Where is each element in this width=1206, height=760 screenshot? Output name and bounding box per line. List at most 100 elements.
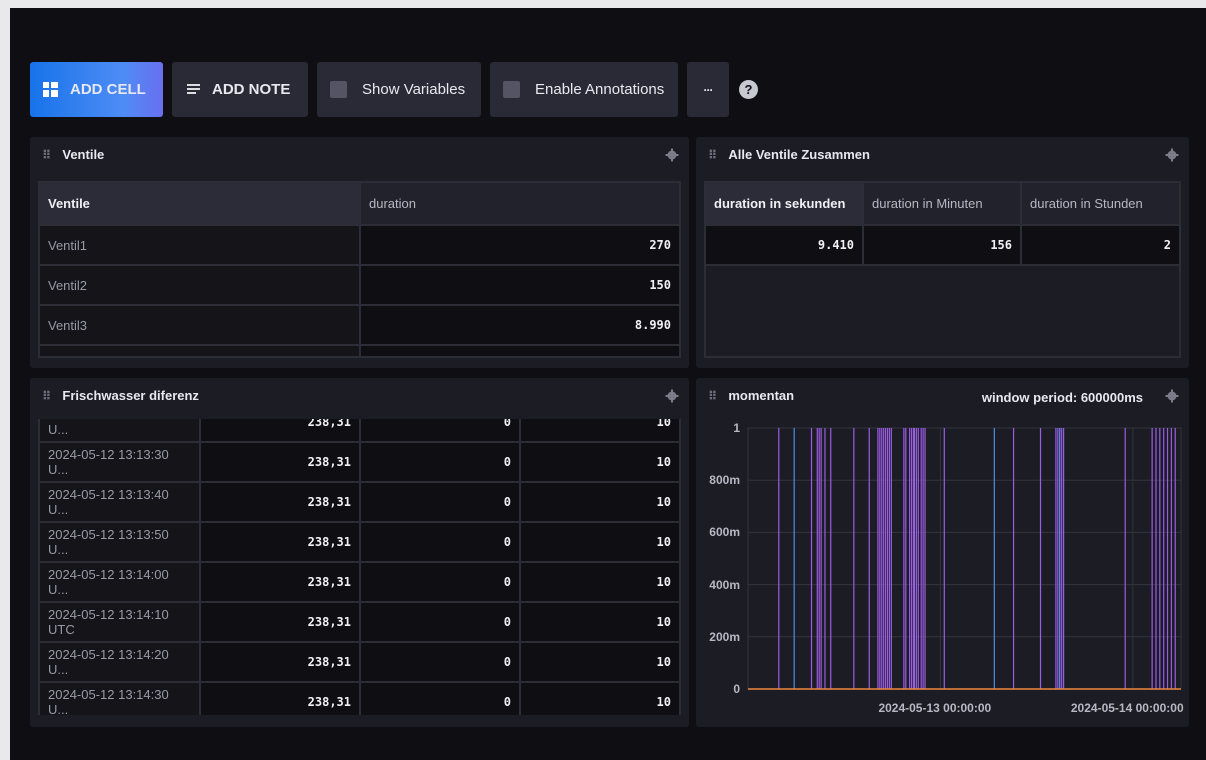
table-cell: 2024-05-12 13:14:00 U... xyxy=(38,561,201,603)
table-row: 2024-05-12 13:13:30 U... 238,31 0 10 xyxy=(38,441,681,483)
table-cell: 238,31 xyxy=(199,681,361,715)
table-cell: 156 xyxy=(862,224,1022,266)
table-row: 2024-05-12 13:14:10 UTC 238,31 0 10 xyxy=(38,601,681,643)
help-icon[interactable]: ? xyxy=(739,80,758,99)
column-header[interactable]: duration in sekunden xyxy=(704,181,864,226)
table-row: Ventil2 150 xyxy=(38,264,681,306)
y-tick-label: 800m xyxy=(709,473,740,488)
table-cell: 0 xyxy=(359,601,521,643)
table-row: 2024-05-12 13:13:50 U... 238,31 0 10 xyxy=(38,521,681,563)
show-variables-toggle[interactable]: Show Variables xyxy=(317,62,481,117)
drag-handle-icon[interactable]: ⠿ xyxy=(708,148,717,162)
show-variables-label: Show Variables xyxy=(362,81,466,98)
enable-annotations-toggle[interactable]: Enable Annotations xyxy=(490,62,678,117)
table-cell: 9.410 xyxy=(704,224,864,266)
table-cell: 10 xyxy=(519,601,681,643)
add-cell-label: ADD CELL xyxy=(70,81,146,98)
column-header[interactable]: Ventile xyxy=(38,181,361,226)
y-tick-label: 400m xyxy=(709,577,740,592)
table-cell: 2024-05-12 13:14:20 U... xyxy=(38,641,201,683)
frisch-panel-title: ⠿ Frischwasser diferenz xyxy=(42,388,199,403)
gear-icon[interactable] xyxy=(1165,148,1179,162)
table-cell: 10 xyxy=(519,521,681,563)
table-row: 2024-05-12 13:14:20 U... 238,31 0 10 xyxy=(38,641,681,683)
column-header[interactable]: duration xyxy=(359,181,681,226)
alle-table: duration in sekunden duration in Minuten… xyxy=(704,181,1181,266)
table-cell: 10 xyxy=(519,681,681,715)
ventile-title-text: Ventile xyxy=(62,147,105,162)
column-header[interactable]: duration in Stunden xyxy=(1020,181,1181,226)
dashboard: ADD CELL ADD NOTE Show Variables Enable … xyxy=(10,8,1206,760)
plot-frame xyxy=(747,427,1182,690)
table-cell: 238,31 xyxy=(199,419,361,443)
table-cell: 2 xyxy=(1020,224,1181,266)
alle-panel-title: ⠿ Alle Ventile Zusammen xyxy=(708,147,870,162)
table-cell: 238,31 xyxy=(199,481,361,523)
table-cell: 2024-05-12 13:13:20 U... xyxy=(38,419,201,443)
table-cell: 10 xyxy=(519,641,681,683)
help-label: ? xyxy=(744,82,753,97)
table-cell: 0 xyxy=(359,441,521,483)
more-icon: ··· xyxy=(703,82,714,97)
table-row: 2024-05-12 13:14:30 U... 238,31 0 10 xyxy=(38,681,681,715)
add-note-button[interactable]: ADD NOTE xyxy=(172,62,308,117)
table-cell: 238,31 xyxy=(199,561,361,603)
x-tick-label: 2024-05-13 00:00:00 xyxy=(878,701,992,715)
drag-handle-icon[interactable]: ⠿ xyxy=(42,389,51,403)
show-variables-checkbox[interactable] xyxy=(330,81,347,98)
note-icon xyxy=(187,83,200,96)
frisch-title-text: Frischwasser diferenz xyxy=(62,388,199,403)
momentan-panel: ⠿ momentan window period: 600000ms 1 800m… xyxy=(696,378,1189,727)
table-row: Ventil1 270 xyxy=(38,224,681,266)
table-cell: 10 xyxy=(519,561,681,603)
table-cell: Ventil2 xyxy=(38,264,361,306)
table-cell: 2024-05-12 13:13:40 U... xyxy=(38,481,201,523)
ventile-table: Ventile duration Ventil1 270 Ventil2 150… xyxy=(38,181,681,358)
table-cell: 10 xyxy=(519,441,681,483)
table-cell: 0 xyxy=(359,561,521,603)
enable-annotations-checkbox[interactable] xyxy=(503,81,520,98)
grid-icon xyxy=(43,82,58,97)
table-cell: 270 xyxy=(359,224,681,266)
alle-title-text: Alle Ventile Zusammen xyxy=(728,147,870,162)
enable-annotations-label: Enable Annotations xyxy=(535,81,665,98)
table-cell: 2024-05-12 13:14:10 UTC xyxy=(38,601,201,643)
gear-icon[interactable] xyxy=(665,389,679,403)
more-options-button[interactable]: ··· xyxy=(687,62,729,117)
table-cell: 238,31 xyxy=(199,601,361,643)
ventile-panel: ⠿ Ventile Ventile duration Ventil1 270 V… xyxy=(30,137,689,368)
table-row: 2024-05-12 13:14:00 U... 238,31 0 10 xyxy=(38,561,681,603)
table-cell xyxy=(359,344,681,358)
table-cell: 150 xyxy=(359,264,681,306)
add-note-label: ADD NOTE xyxy=(212,81,291,98)
alle-ventile-panel: ⠿ Alle Ventile Zusammen duration in seku… xyxy=(696,137,1189,368)
table-cell: 0 xyxy=(359,419,521,443)
y-tick-label: 200m xyxy=(709,629,740,644)
column-header[interactable]: duration in Minuten xyxy=(862,181,1022,226)
table-row: Ventil3 8.990 xyxy=(38,304,681,346)
table-cell: Ventil3 xyxy=(38,304,361,346)
table-cell: 0 xyxy=(359,521,521,563)
table-cell: 2024-05-12 13:13:50 U... xyxy=(38,521,201,563)
table-cell: 0 xyxy=(359,481,521,523)
y-tick-label: 1 xyxy=(733,421,740,435)
add-cell-button[interactable]: ADD CELL xyxy=(30,62,163,117)
table-row: 2024-05-12 13:13:20 U...238,31010 xyxy=(38,419,681,443)
drag-handle-icon[interactable]: ⠿ xyxy=(42,148,51,162)
table-cell: 2024-05-12 13:13:30 U... xyxy=(38,441,201,483)
gear-icon[interactable] xyxy=(665,148,679,162)
table-cell: Ventil1 xyxy=(38,224,361,266)
table-cell xyxy=(38,344,361,358)
frisch-table: 2024-05-12 13:13:20 U...238,310102024-05… xyxy=(38,419,681,715)
momentan-chart[interactable] xyxy=(696,378,1189,727)
y-tick-label: 0 xyxy=(733,682,740,696)
table-cell: 238,31 xyxy=(199,641,361,683)
x-tick-label: 2024-05-14 00:00:00 xyxy=(1070,701,1184,715)
table-cell: 8.990 xyxy=(359,304,681,346)
table-cell: 0 xyxy=(359,641,521,683)
table-cell: 2024-05-12 13:14:30 U... xyxy=(38,681,201,715)
frisch-table-scroll[interactable]: 2024-05-12 13:13:20 U...238,310102024-05… xyxy=(38,419,681,715)
table-cell: 238,31 xyxy=(199,521,361,563)
table-cell: 10 xyxy=(519,481,681,523)
y-tick-label: 600m xyxy=(709,525,740,540)
